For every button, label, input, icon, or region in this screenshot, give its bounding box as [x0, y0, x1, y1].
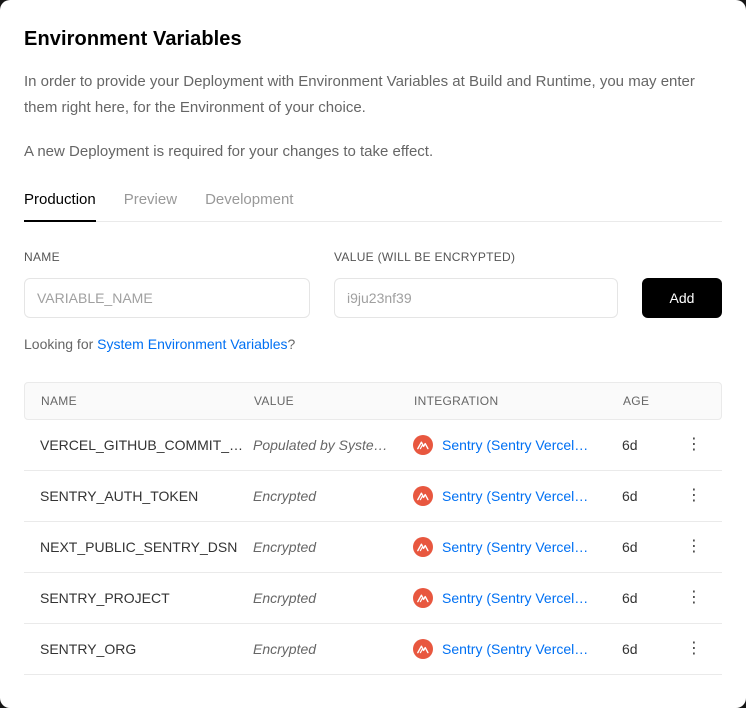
- env-var-integration: Sentry (Sentry Vercel…: [413, 486, 622, 506]
- env-var-value: Encrypted: [253, 488, 413, 504]
- col-header-age: AGE: [623, 394, 681, 408]
- tab-production[interactable]: Production: [24, 187, 96, 222]
- form-labels: NAME VALUE (WILL BE ENCRYPTED): [24, 250, 722, 264]
- integration-link[interactable]: Sentry (Sentry Vercel…: [442, 641, 588, 657]
- integration-link[interactable]: Sentry (Sentry Vercel…: [442, 488, 588, 504]
- env-var-age: 6d: [622, 590, 682, 606]
- page-description: In order to provide your Deployment with…: [24, 69, 704, 121]
- env-vars-table: NAME VALUE INTEGRATION AGE VERCEL_GITHUB…: [24, 382, 722, 675]
- row-menu-kebab-icon[interactable]: ⋮: [682, 486, 706, 506]
- page-title: Environment Variables: [24, 28, 722, 51]
- system-env-line: Looking for System Environment Variables…: [24, 336, 722, 352]
- system-env-suffix: ?: [288, 336, 296, 352]
- env-var-name: VERCEL_GITHUB_COMMIT_…: [40, 437, 253, 453]
- name-field-label: NAME: [24, 250, 310, 264]
- deployment-note: A new Deployment is required for your ch…: [24, 141, 722, 163]
- table-header-row: NAME VALUE INTEGRATION AGE: [24, 382, 722, 420]
- col-header-integration: INTEGRATION: [414, 394, 623, 408]
- table-row: SENTRY_AUTH_TOKEN Encrypted Sentry (Sent…: [24, 471, 722, 522]
- system-env-variables-link[interactable]: System Environment Variables: [97, 336, 287, 352]
- env-var-integration: Sentry (Sentry Vercel…: [413, 639, 622, 659]
- sentry-icon: [413, 486, 433, 506]
- env-var-integration: Sentry (Sentry Vercel…: [413, 537, 622, 557]
- col-header-value: VALUE: [254, 394, 414, 408]
- env-var-value: Encrypted: [253, 590, 413, 606]
- sentry-icon: [413, 435, 433, 455]
- integration-link[interactable]: Sentry (Sentry Vercel…: [442, 437, 588, 453]
- env-var-name: SENTRY_ORG: [40, 641, 253, 657]
- sentry-icon: [413, 588, 433, 608]
- env-var-value: Populated by Syste…: [253, 437, 413, 453]
- env-var-age: 6d: [622, 641, 682, 657]
- add-variable-form: Add: [24, 278, 722, 318]
- row-menu-kebab-icon[interactable]: ⋮: [682, 537, 706, 557]
- row-menu-kebab-icon[interactable]: ⋮: [682, 435, 706, 455]
- variable-value-input[interactable]: [334, 278, 618, 318]
- environment-tabs: Production Preview Development: [24, 187, 722, 222]
- env-var-value: Encrypted: [253, 539, 413, 555]
- add-button[interactable]: Add: [642, 278, 722, 318]
- env-var-age: 6d: [622, 539, 682, 555]
- env-var-name: SENTRY_PROJECT: [40, 590, 253, 606]
- tab-development[interactable]: Development: [205, 187, 293, 222]
- env-var-value: Encrypted: [253, 641, 413, 657]
- env-var-integration: Sentry (Sentry Vercel…: [413, 435, 622, 455]
- environment-variables-panel: Environment Variables In order to provid…: [0, 0, 746, 708]
- env-var-age: 6d: [622, 488, 682, 504]
- env-var-name: NEXT_PUBLIC_SENTRY_DSN: [40, 539, 253, 555]
- system-env-prefix: Looking for: [24, 336, 97, 352]
- value-field-label: VALUE (WILL BE ENCRYPTED): [334, 250, 618, 264]
- integration-link[interactable]: Sentry (Sentry Vercel…: [442, 590, 588, 606]
- integration-link[interactable]: Sentry (Sentry Vercel…: [442, 539, 588, 555]
- table-body: VERCEL_GITHUB_COMMIT_… Populated by Syst…: [24, 420, 722, 675]
- col-header-name: NAME: [41, 394, 254, 408]
- variable-name-input[interactable]: [24, 278, 310, 318]
- tab-preview[interactable]: Preview: [124, 187, 177, 222]
- sentry-icon: [413, 639, 433, 659]
- env-var-age: 6d: [622, 437, 682, 453]
- env-var-name: SENTRY_AUTH_TOKEN: [40, 488, 253, 504]
- sentry-icon: [413, 537, 433, 557]
- table-row: SENTRY_PROJECT Encrypted Sentry (Sentry …: [24, 573, 722, 624]
- row-menu-kebab-icon[interactable]: ⋮: [682, 588, 706, 608]
- table-row: VERCEL_GITHUB_COMMIT_… Populated by Syst…: [24, 420, 722, 471]
- table-row: NEXT_PUBLIC_SENTRY_DSN Encrypted Sentry …: [24, 522, 722, 573]
- env-var-integration: Sentry (Sentry Vercel…: [413, 588, 622, 608]
- table-row: SENTRY_ORG Encrypted Sentry (Sentry Verc…: [24, 624, 722, 675]
- row-menu-kebab-icon[interactable]: ⋮: [682, 639, 706, 659]
